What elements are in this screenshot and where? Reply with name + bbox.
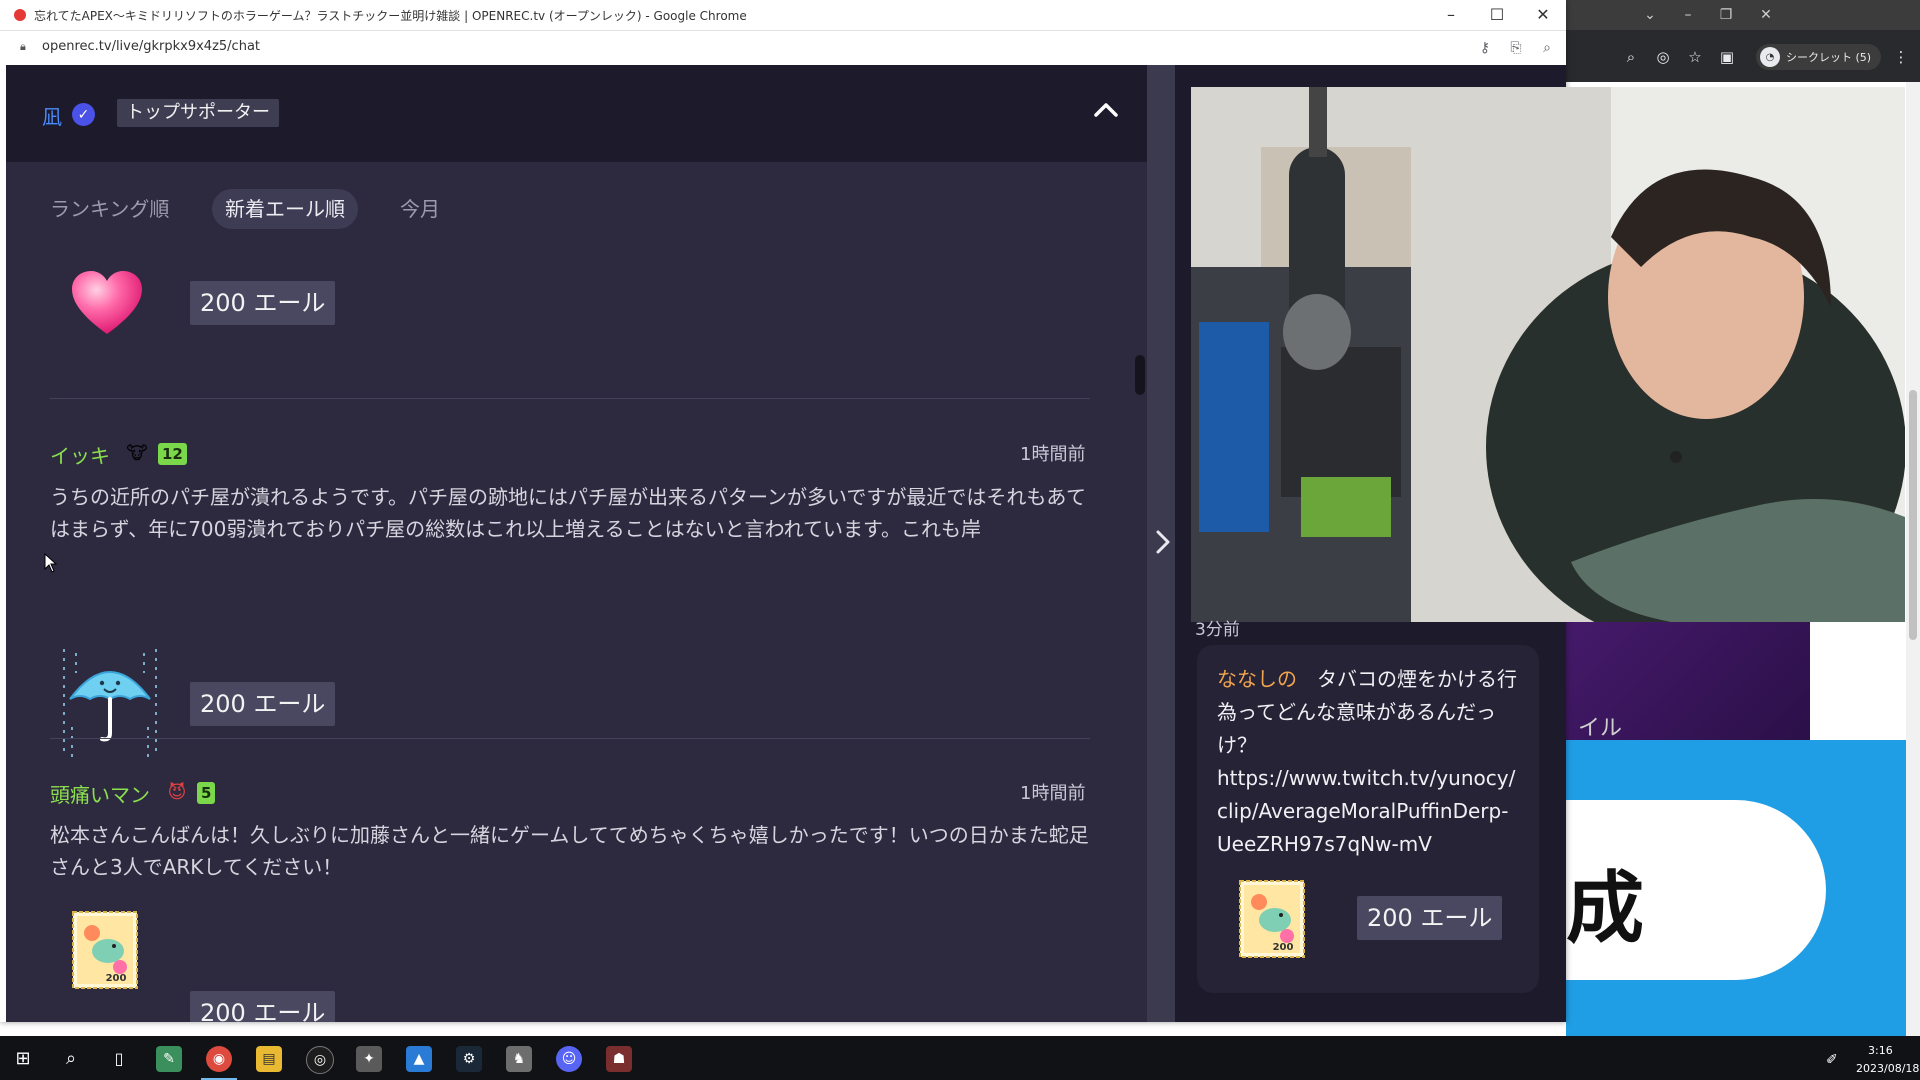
windows-start-icon[interactable]: ⊞	[10, 1046, 36, 1072]
key-icon[interactable]: ⚷	[1476, 39, 1494, 57]
top-supporter-badge: トップサポーター	[117, 99, 279, 127]
pen-icon[interactable]: ✐	[1826, 1052, 1838, 1068]
search-icon[interactable]: ⌕	[58, 1046, 84, 1072]
incognito-icon: ◔	[1760, 47, 1780, 67]
chrome-app-icon[interactable]: ◉	[206, 1046, 232, 1072]
sidepanel-icon[interactable]: ▣	[1716, 46, 1738, 68]
tab-ranking[interactable]: ランキング順	[50, 189, 169, 229]
main-browser-window: 忘れてたAPEX～キミドリリソフトのホラーゲーム？ラストチックー並明け雑談 | …	[0, 0, 1905, 1022]
game-app-icon[interactable]: ♞	[506, 1046, 532, 1072]
streamer-camera-image	[1191, 87, 1905, 622]
close-button[interactable]: ✕	[1520, 0, 1566, 30]
openrec-chat-app: 凪 ✓ トップサポーター ランキング順 新着エール順 今月 200 エール イッ…	[6, 65, 1905, 1022]
discord-app-icon[interactable]: ☺	[556, 1046, 582, 1072]
heart-icon	[72, 271, 142, 334]
chat-message-body: ななしの タバコの煙をかける行為ってどんな意味があるんだっけ？ https://…	[1217, 663, 1523, 861]
level-badge: 5	[197, 782, 216, 804]
taskbar-date[interactable]: 2023/08/18	[1856, 1062, 1919, 1075]
restore-icon[interactable]: ❐	[1716, 6, 1736, 24]
obs-app-icon[interactable]: ◎	[306, 1046, 334, 1074]
level-badge: 12	[158, 443, 187, 465]
character-app-icon[interactable]: ☗	[606, 1046, 632, 1072]
taskbar-clock[interactable]: 3:16	[1868, 1044, 1893, 1057]
notepad-app-icon[interactable]: ✎	[156, 1046, 182, 1072]
maximize-button[interactable]: ☐	[1474, 0, 1520, 30]
background-banner-text: イル	[1578, 716, 1623, 741]
background-scroll-thumb[interactable]	[1909, 390, 1917, 640]
verified-check-icon: ✓	[72, 103, 95, 126]
chat-username[interactable]: ななしの	[1217, 667, 1297, 691]
supporter-name[interactable]: 凪	[42, 101, 62, 130]
panel-scroll-thumb[interactable]	[1135, 355, 1145, 395]
tab-this-month[interactable]: 今月	[400, 189, 440, 229]
webcam-overlay	[1191, 87, 1905, 622]
zoom-icon[interactable]: ⌕	[1620, 46, 1642, 68]
close-icon[interactable]: ✕	[1756, 6, 1776, 24]
ale-amount: 200 エール	[190, 991, 336, 1022]
supporter-username[interactable]: イッキ	[50, 440, 110, 469]
url-text[interactable]: openrec.tv/live/gkrpkx9x4z5/chat	[42, 39, 260, 54]
star-icon[interactable]: ☆	[1684, 46, 1706, 68]
stamp-value: 200	[106, 973, 127, 984]
title-bar: 忘れてたAPEX～キミドリリソフトのホラーゲーム？ラストチックー並明け雑談 | …	[0, 0, 1566, 31]
windows-taskbar	[0, 1036, 1920, 1080]
chat-timestamp: 3分前	[1195, 620, 1240, 640]
chat-link[interactable]: https://www.twitch.tv/yunocy/clip/Averag…	[1217, 766, 1515, 856]
profile-label: シークレット (5)	[1786, 51, 1872, 64]
entry-timestamp: 1時間前	[1020, 783, 1086, 804]
supporter-comment: うちの近所のパチ屋が潰れるようです。パチ屋の跡地にはパチ屋が出来るパターンが多い…	[50, 485, 1086, 541]
eye-off-icon[interactable]: ◎	[1652, 46, 1674, 68]
steam-app-icon[interactable]: ⚙	[456, 1046, 482, 1072]
menu-dots-icon[interactable]: ⋮	[1890, 46, 1912, 68]
supporter-comment: 松本さんこんばんは！久しぶりに加藤さんと一緒にゲームしててめちゃくちゃ嬉しかった…	[50, 823, 1089, 879]
stamp-icon: 200	[72, 911, 138, 989]
supporter-username[interactable]: 頭痛いマン	[50, 779, 150, 808]
lock-icon[interactable]: 🔒︎	[20, 40, 26, 54]
tool-app-icon[interactable]: ✦	[356, 1046, 382, 1072]
incognito-profile-button[interactable]: ◔ シークレット (5)	[1756, 44, 1882, 70]
bull-emblem-icon: 🐮︎	[126, 443, 148, 464]
openrec-favicon-icon	[14, 9, 26, 21]
stamp-value: 200	[1273, 942, 1294, 953]
chat-column: 3分前 ななしの タバコの煙をかける行為ってどんな意味があるんだっけ？ http…	[1175, 65, 1905, 1022]
zoom-icon[interactable]: ⌕	[1538, 39, 1556, 57]
stamp-icon: 200	[1239, 880, 1305, 958]
devil-emblem-icon: 😈︎	[167, 782, 187, 803]
entry-divider	[50, 738, 1090, 739]
entry-timestamp: 1時間前	[1020, 444, 1086, 465]
panel-header: 凪 ✓ トップサポーター	[6, 65, 1147, 162]
minimize-icon[interactable]: –	[1678, 6, 1698, 24]
chevron-down-icon[interactable]: ⌄	[1640, 6, 1660, 24]
background-big-text: 成	[1566, 864, 1645, 954]
photos-app-icon[interactable]: ▲	[406, 1046, 432, 1072]
minimize-button[interactable]: –	[1428, 0, 1474, 30]
supporter-panel: 凪 ✓ トップサポーター ランキング順 新着エール順 今月 200 エール イッ…	[6, 65, 1147, 1022]
task-view-icon[interactable]: ▯	[106, 1046, 132, 1072]
tab-newest[interactable]: 新着エール順	[212, 189, 358, 229]
ale-amount: 200 エール	[190, 281, 336, 325]
chat-ale-amount: 200 エール	[1357, 896, 1503, 940]
chevron-up-icon[interactable]	[1091, 95, 1121, 125]
entry-divider	[50, 398, 1090, 399]
window-title: 忘れてたAPEX～キミドリリソフトのホラーゲーム？ラストチックー並明け雑談 | …	[34, 9, 747, 23]
ale-amount: 200 エール	[190, 682, 336, 726]
umbrella-icon	[63, 649, 157, 757]
mouse-cursor-icon	[44, 553, 58, 573]
chevron-right-icon[interactable]	[1154, 527, 1172, 557]
file-explorer-icon[interactable]: ▤	[256, 1046, 282, 1072]
translate-icon[interactable]: ⎘	[1507, 39, 1525, 57]
background-titlebar: ⌄ – ❐ ✕	[1566, 0, 1920, 30]
